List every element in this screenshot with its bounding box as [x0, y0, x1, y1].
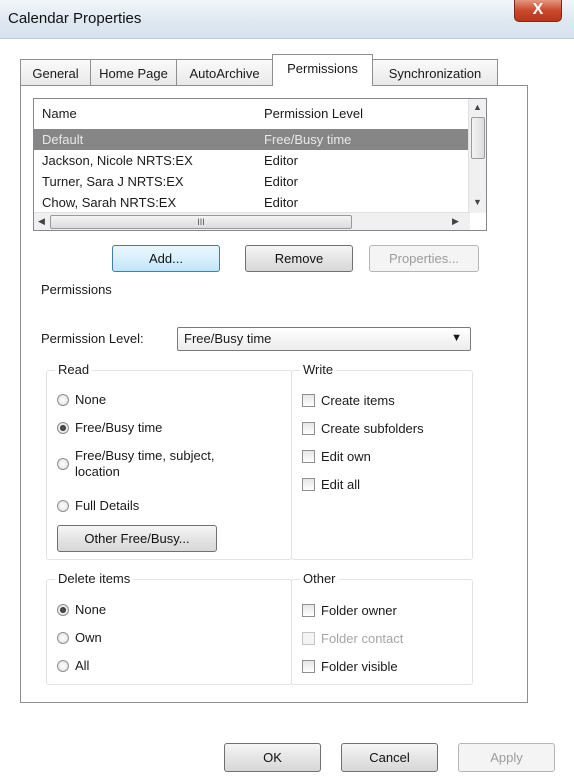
tab-synchronization[interactable]: Synchronization	[372, 59, 498, 85]
checkbox-label: Folder owner	[321, 603, 397, 618]
add-button[interactable]: Add...	[112, 245, 220, 272]
list-header: Name Permission Level	[34, 99, 486, 129]
folder-owner-checkbox[interactable]: Folder owner	[302, 603, 397, 618]
checkbox-icon	[302, 450, 315, 463]
delete-items-group: Delete items None Own All	[46, 571, 292, 685]
radio-label: All	[75, 658, 90, 673]
delete-items-group-title: Delete items	[55, 571, 134, 586]
radio-icon	[57, 394, 69, 406]
close-icon: X	[532, 1, 544, 18]
edit-own-checkbox[interactable]: Edit own	[302, 449, 371, 464]
list-row[interactable]: Chow, Sarah NRTS:EX Editor	[34, 192, 470, 213]
create-subfolders-checkbox[interactable]: Create subfolders	[302, 421, 424, 436]
radio-icon	[57, 632, 69, 644]
row-level: Editor	[264, 153, 298, 168]
permissions-section-label: Permissions	[41, 282, 112, 297]
read-full-details-radio[interactable]: Full Details	[57, 498, 139, 513]
column-permission-level[interactable]: Permission Level	[264, 106, 363, 121]
delete-all-radio[interactable]: All	[57, 658, 89, 673]
checkbox-icon	[302, 632, 315, 645]
checkbox-label: Create subfolders	[321, 421, 424, 436]
folder-visible-checkbox[interactable]: Folder visible	[302, 659, 398, 674]
scroll-right-icon[interactable]: ▶	[452, 216, 459, 227]
scroll-down-icon[interactable]: ▼	[473, 197, 482, 207]
delete-none-radio[interactable]: None	[57, 602, 106, 617]
checkbox-icon	[302, 394, 315, 407]
permissions-list[interactable]: Name Permission Level Default Free/Busy …	[33, 98, 487, 231]
vertical-scroll-thumb[interactable]	[471, 117, 485, 159]
ok-button[interactable]: OK	[224, 743, 321, 772]
list-row[interactable]: Turner, Sara J NRTS:EX Editor	[34, 171, 470, 192]
cancel-button[interactable]: Cancel	[341, 743, 438, 772]
permission-level-label: Permission Level:	[41, 331, 144, 346]
radio-selected-icon	[57, 422, 69, 434]
radio-selected-icon	[57, 604, 69, 616]
window-title: Calendar Properties	[8, 10, 142, 27]
read-free-busy-subject-radio[interactable]: Free/Busy time, subject, location	[57, 448, 257, 480]
other-group-title: Other	[300, 571, 339, 586]
column-name[interactable]: Name	[42, 106, 77, 121]
checkbox-icon	[302, 478, 315, 491]
row-level: Editor	[264, 195, 298, 210]
permission-level-select[interactable]: Free/Busy time ▼	[177, 327, 471, 351]
read-group-title: Read	[55, 362, 93, 377]
row-name: Default	[42, 132, 84, 147]
radio-icon	[57, 458, 69, 470]
title-bar: Calendar Properties X	[0, 0, 574, 39]
radio-label: Own	[75, 630, 102, 645]
tab-home-page[interactable]: Home Page	[90, 59, 177, 85]
checkbox-label: Create items	[321, 393, 395, 408]
row-name: Turner, Sara J NRTS:EX	[42, 174, 184, 189]
create-items-checkbox[interactable]: Create items	[302, 393, 395, 408]
row-level: Editor	[264, 174, 298, 189]
checkbox-icon	[302, 660, 315, 673]
radio-label: None	[75, 392, 107, 407]
list-row[interactable]: Default Free/Busy time	[34, 129, 470, 150]
other-group: Other Folder owner Folder contact Folder…	[291, 571, 473, 685]
apply-button[interactable]: Apply	[458, 743, 555, 772]
vertical-scrollbar[interactable]: ▲ ▼	[468, 99, 486, 213]
checkbox-label: Folder contact	[321, 631, 404, 646]
folder-contact-checkbox[interactable]: Folder contact	[302, 631, 403, 646]
checkbox-icon	[302, 604, 315, 617]
close-button[interactable]: X	[514, 0, 562, 22]
checkbox-label: Edit all	[321, 477, 361, 492]
checkbox-label: Folder visible	[321, 659, 398, 674]
checkbox-icon	[302, 422, 315, 435]
tab-permissions[interactable]: Permissions	[272, 54, 373, 86]
radio-label: Free/Busy time, subject, location	[75, 448, 215, 479]
radio-icon	[57, 660, 69, 672]
horizontal-scrollbar[interactable]: ◀ III ▶	[34, 212, 470, 230]
delete-own-radio[interactable]: Own	[57, 630, 102, 645]
radio-label: Free/Busy time	[75, 420, 163, 435]
permissions-panel: Name Permission Level Default Free/Busy …	[20, 85, 528, 703]
tab-general[interactable]: General	[20, 59, 91, 85]
radio-label: Full Details	[75, 498, 140, 513]
properties-button[interactable]: Properties...	[369, 245, 479, 272]
read-group: Read None Free/Busy time Free/Busy time,…	[46, 362, 292, 560]
scroll-up-icon[interactable]: ▲	[473, 102, 482, 112]
list-row[interactable]: Jackson, Nicole NRTS:EX Editor	[34, 150, 470, 171]
radio-icon	[57, 500, 69, 512]
read-none-radio[interactable]: None	[57, 392, 106, 407]
row-level: Free/Busy time	[264, 132, 352, 147]
checkbox-label: Edit own	[321, 449, 371, 464]
permission-level-value: Free/Busy time	[184, 331, 272, 346]
read-free-busy-radio[interactable]: Free/Busy time	[57, 420, 162, 435]
edit-all-checkbox[interactable]: Edit all	[302, 477, 360, 492]
radio-label: None	[75, 602, 107, 617]
scroll-left-icon[interactable]: ◀	[38, 216, 45, 227]
write-group: Write Create items Create subfolders Edi…	[291, 362, 473, 560]
chevron-down-icon: ▼	[451, 332, 462, 344]
remove-button[interactable]: Remove	[245, 245, 353, 272]
other-free-busy-button[interactable]: Other Free/Busy...	[57, 525, 217, 552]
tab-autoarchive[interactable]: AutoArchive	[176, 59, 273, 85]
horizontal-scroll-thumb[interactable]: III	[50, 215, 352, 229]
row-name: Chow, Sarah NRTS:EX	[42, 195, 177, 210]
row-name: Jackson, Nicole NRTS:EX	[42, 153, 193, 168]
write-group-title: Write	[300, 362, 337, 377]
